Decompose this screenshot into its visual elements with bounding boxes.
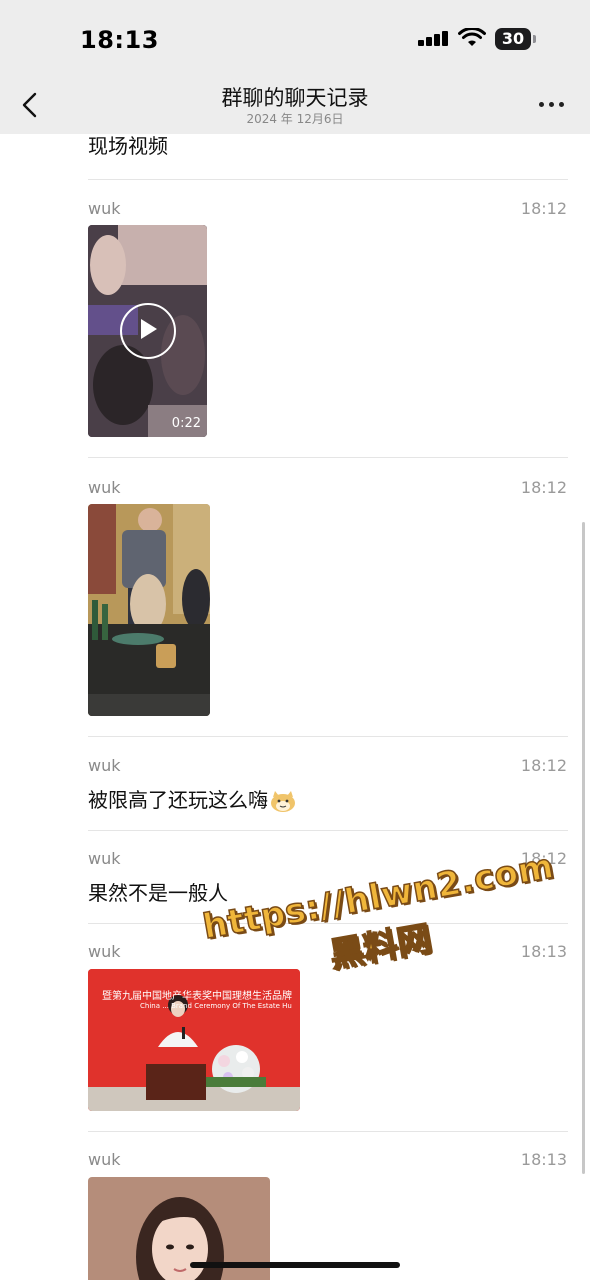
image-message[interactable] bbox=[88, 504, 210, 716]
video-duration: 0:22 bbox=[171, 416, 201, 431]
scrollbar[interactable] bbox=[582, 522, 585, 1174]
sender-name: wuk bbox=[88, 478, 121, 497]
sender-name: wuk bbox=[88, 756, 121, 775]
sender-name: wuk bbox=[88, 849, 121, 868]
message-time: 18:13 bbox=[520, 1150, 567, 1169]
banner-english: China ... Brand Ceremony Of The Estate H… bbox=[140, 1002, 292, 1010]
cat-emoji-icon bbox=[271, 790, 295, 812]
message-time: 18:12 bbox=[520, 199, 567, 218]
video-message[interactable]: 0:22 bbox=[88, 225, 207, 437]
message-text: 现场视频 bbox=[88, 134, 168, 158]
divider bbox=[88, 1131, 568, 1132]
nav-bar: 群聊的聊天记录 2024 年 12月6日 bbox=[0, 76, 590, 134]
message-time: 18:12 bbox=[520, 756, 567, 775]
chat-history-list[interactable]: 现场视频 wuk 18:12 0:22 wuk 18:12 wuk 18:12 … bbox=[0, 134, 590, 1280]
status-time: 18:13 bbox=[80, 26, 159, 54]
divider bbox=[88, 830, 568, 831]
message-text: 被限高了还玩这么嗨 bbox=[88, 784, 296, 813]
divider bbox=[88, 736, 568, 737]
play-icon bbox=[141, 319, 157, 339]
status-bar: 18:13 30 bbox=[0, 0, 590, 76]
banner-text: 暨第九届中国地产华表奖中国理想生活品牌 bbox=[102, 991, 292, 1002]
signal-icon bbox=[418, 30, 450, 46]
divider bbox=[88, 179, 568, 180]
message-time: 18:13 bbox=[520, 942, 567, 961]
divider bbox=[88, 457, 568, 458]
battery-icon: 30 bbox=[495, 28, 531, 50]
more-dots-icon[interactable] bbox=[537, 100, 567, 110]
message-text: 果然不是一般人 bbox=[88, 881, 228, 905]
message-time: 18:12 bbox=[520, 849, 567, 868]
page-date: 2024 年 12月6日 bbox=[246, 112, 344, 126]
battery-nub bbox=[533, 35, 536, 43]
sender-name: wuk bbox=[88, 1150, 121, 1169]
divider bbox=[88, 923, 568, 924]
sender-name: wuk bbox=[88, 199, 121, 218]
wifi-icon bbox=[458, 28, 486, 46]
sender-name: wuk bbox=[88, 942, 121, 961]
home-indicator[interactable] bbox=[190, 1262, 400, 1268]
page-title: 群聊的聊天记录 bbox=[221, 86, 369, 110]
message-time: 18:12 bbox=[520, 478, 567, 497]
image-message[interactable]: 暨第九届中国地产华表奖中国理想生活品牌 China ... Brand Cere… bbox=[88, 969, 300, 1111]
image-thumbnail bbox=[88, 504, 210, 716]
message-text-body: 被限高了还玩这么嗨 bbox=[88, 788, 268, 812]
